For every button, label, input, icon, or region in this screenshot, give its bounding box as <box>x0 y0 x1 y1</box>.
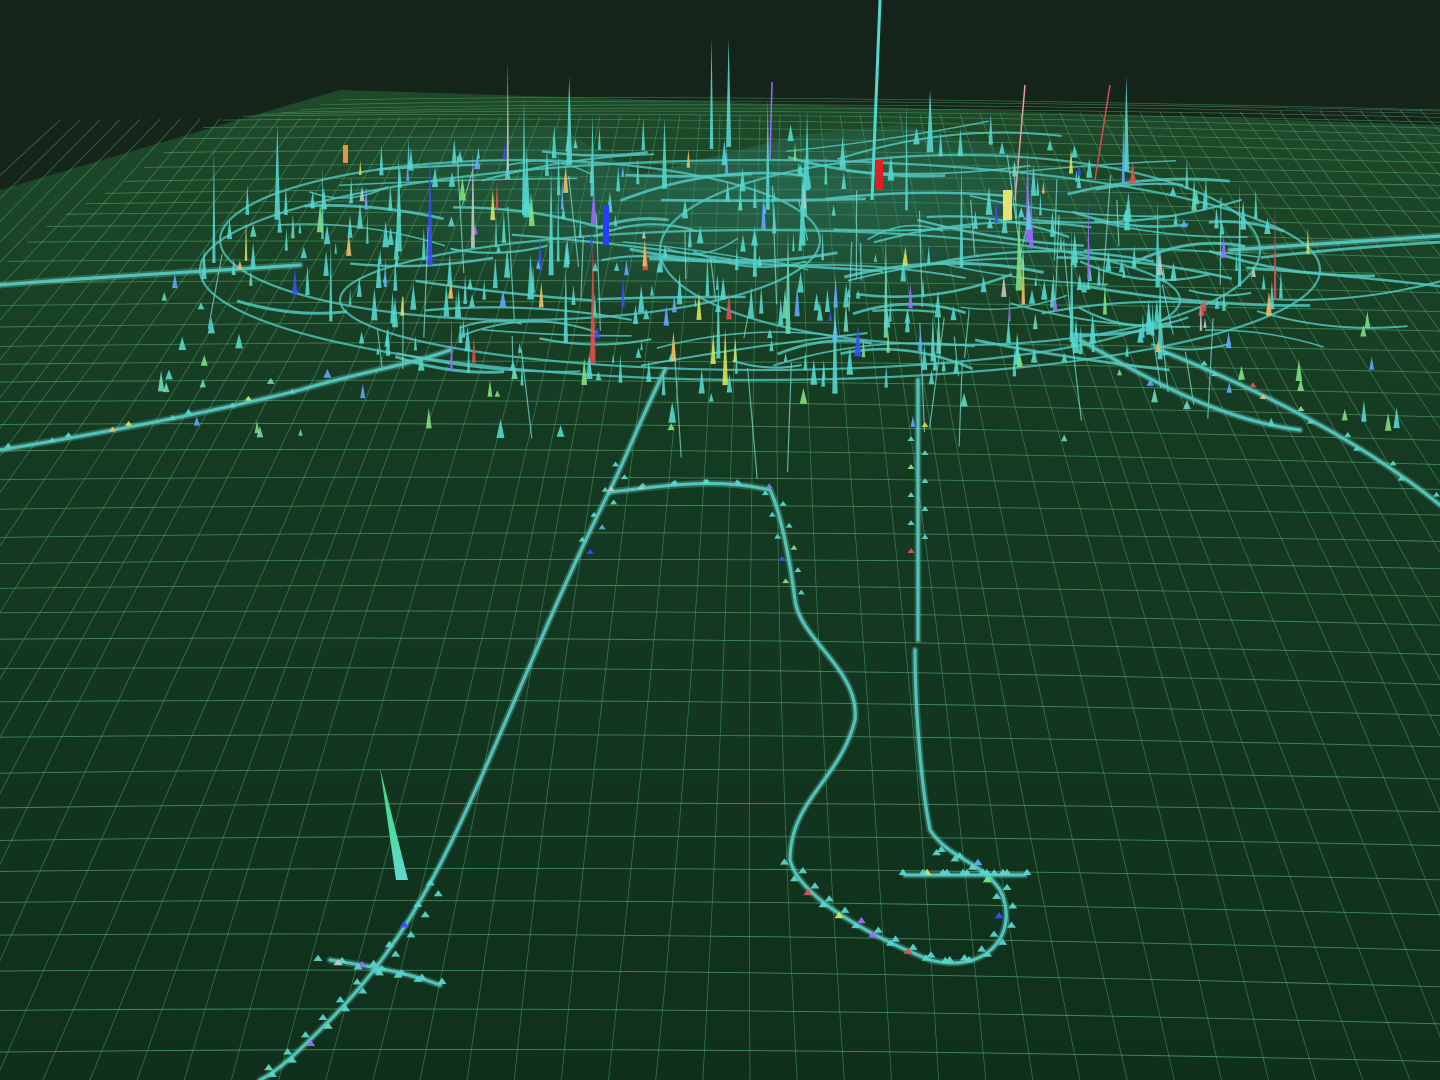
highlight-bar <box>875 160 883 190</box>
city-road <box>1219 197 1222 286</box>
visualization-viewport[interactable] <box>0 0 1440 1080</box>
city-road <box>859 242 862 281</box>
terrain-network-visualization[interactable] <box>0 0 1440 1080</box>
highlight-bar <box>1003 190 1012 220</box>
highlight-bar <box>343 145 348 163</box>
highlight-bar <box>603 205 609 245</box>
